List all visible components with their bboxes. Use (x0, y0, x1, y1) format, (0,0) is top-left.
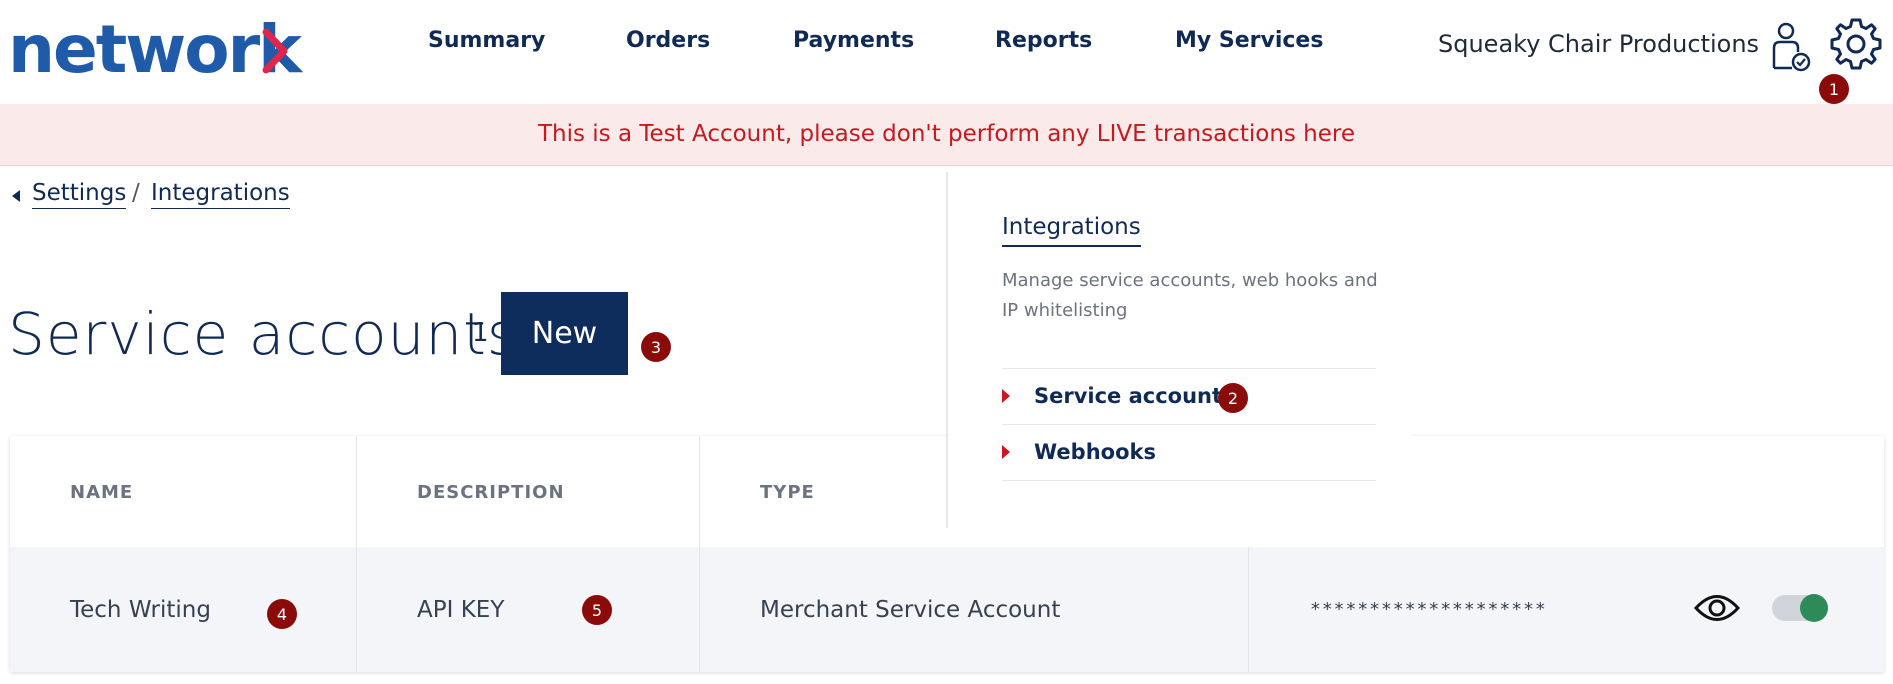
page-title: Service accounts (8, 300, 519, 368)
panel-item-label: Webhooks (1034, 440, 1156, 464)
service-account-count: 1 (472, 318, 489, 348)
top-header: network Summary Orders Payments Reports … (0, 0, 1893, 104)
account-name[interactable]: Squeaky Chair Productions (1438, 30, 1759, 58)
breadcrumb-integrations[interactable]: Integrations (151, 180, 290, 209)
caret-right-icon (1002, 445, 1010, 459)
toggle-knob (1800, 594, 1828, 622)
panel-item-label: Service account (1034, 384, 1223, 408)
breadcrumb-settings[interactable]: Settings (32, 180, 127, 209)
banner-text: This is a Test Account, please don't per… (537, 121, 1356, 147)
column-divider (356, 547, 357, 672)
nav-orders[interactable]: Orders (626, 28, 710, 53)
back-arrow-icon[interactable] (12, 190, 20, 202)
new-button[interactable]: New (501, 292, 628, 375)
network-logo[interactable]: network (8, 12, 302, 88)
annotation-badge-4: 4 (267, 599, 297, 629)
panel-item-service-account[interactable]: Service account (1002, 368, 1376, 424)
nav-payments[interactable]: Payments (793, 28, 914, 53)
nav-my-services[interactable]: My Services (1175, 28, 1323, 53)
user-check-icon[interactable] (1768, 20, 1812, 74)
cell-name: Tech Writing (70, 597, 211, 623)
integrations-dropdown: Integrations Manage service accounts, we… (946, 172, 1410, 528)
column-header-type[interactable]: TYPE (760, 482, 815, 503)
cell-masked-key: ******************** (1310, 599, 1547, 620)
gear-icon[interactable] (1828, 16, 1884, 72)
column-header-name[interactable]: NAME (70, 482, 133, 503)
nav-summary[interactable]: Summary (428, 28, 545, 53)
annotation-badge-2: 2 (1218, 383, 1248, 413)
annotation-badge-5: 5 (582, 595, 612, 625)
panel-item-webhooks[interactable]: Webhooks (1002, 424, 1376, 480)
column-divider (699, 547, 700, 672)
panel-title[interactable]: Integrations (1002, 214, 1141, 247)
test-account-banner: This is a Test Account, please don't per… (0, 104, 1893, 166)
panel-description: Manage service accounts, web hooks and I… (1002, 270, 1378, 321)
breadcrumb-separator: / (132, 180, 140, 206)
caret-right-icon (1002, 389, 1010, 403)
nav-reports[interactable]: Reports (995, 28, 1092, 53)
logo-chevron-icon (262, 28, 288, 74)
column-divider (1248, 547, 1249, 672)
panel-divider (1002, 480, 1376, 481)
annotation-badge-1: 1 (1819, 74, 1849, 104)
eye-icon[interactable] (1694, 591, 1740, 625)
cell-type: Merchant Service Account (760, 597, 1061, 623)
enabled-toggle[interactable] (1772, 594, 1828, 622)
cell-description: API KEY (417, 597, 505, 623)
annotation-badge-3: 3 (641, 332, 671, 362)
column-header-description[interactable]: DESCRIPTION (417, 482, 565, 503)
